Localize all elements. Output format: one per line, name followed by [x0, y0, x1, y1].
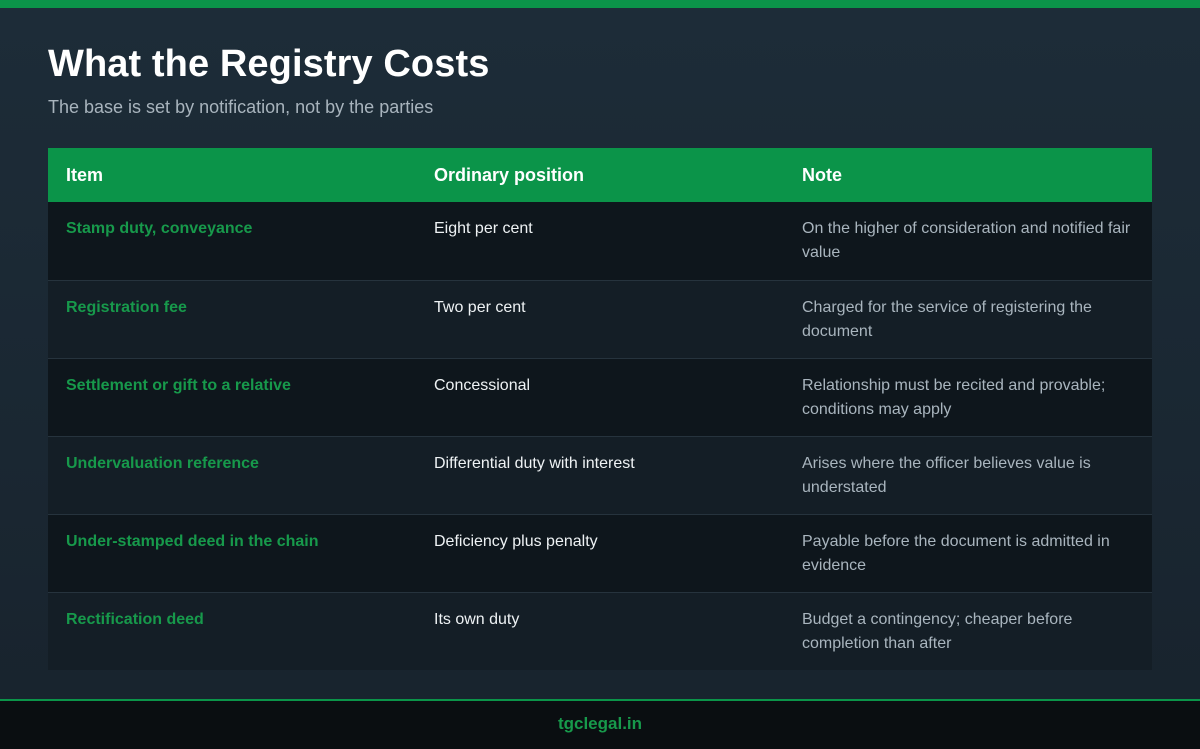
table-header-row: Item Ordinary position Note: [48, 148, 1152, 202]
row-position: Eight per cent: [416, 202, 784, 281]
column-header-note: Note: [784, 148, 1152, 202]
table-row: Undervaluation reference Differential du…: [48, 436, 1152, 515]
row-item: Settlement or gift to a relative: [48, 358, 416, 437]
row-note: Budget a contingency; cheaper before com…: [784, 592, 1152, 670]
row-position: Deficiency plus penalty: [416, 514, 784, 593]
column-header-position: Ordinary position: [416, 148, 784, 202]
row-position: Two per cent: [416, 280, 784, 359]
table-row: Rectification deed Its own duty Budget a…: [48, 592, 1152, 670]
row-note: Arises where the officer believes value …: [784, 436, 1152, 515]
row-item: Undervaluation reference: [48, 436, 416, 515]
row-item: Rectification deed: [48, 592, 416, 670]
row-position: Differential duty with interest: [416, 436, 784, 515]
row-item: Under-stamped deed in the chain: [48, 514, 416, 593]
footer-site-link[interactable]: tgclegal.in: [558, 714, 642, 734]
row-item: Stamp duty, conveyance: [48, 202, 416, 281]
table-row: Under-stamped deed in the chain Deficien…: [48, 514, 1152, 593]
row-item: Registration fee: [48, 280, 416, 359]
table-row: Settlement or gift to a relative Concess…: [48, 358, 1152, 437]
table-row: Stamp duty, conveyance Eight per cent On…: [48, 202, 1152, 281]
row-note: On the higher of consideration and notif…: [784, 202, 1152, 281]
page-subtitle: The base is set by notification, not by …: [48, 97, 434, 117]
row-note: Payable before the document is admitted …: [784, 514, 1152, 593]
page-title: What the Registry Costs: [48, 43, 490, 85]
row-position: Concessional: [416, 358, 784, 437]
row-note: Charged for the service of registering t…: [784, 280, 1152, 359]
registry-costs-table: Item Ordinary position Note Stamp duty, …: [48, 148, 1152, 670]
top-accent-bar: [0, 0, 1200, 8]
table-row: Registration fee Two per cent Charged fo…: [48, 280, 1152, 359]
row-note: Relationship must be recited and provabl…: [784, 358, 1152, 437]
footer: tgclegal.in: [0, 699, 1200, 749]
row-position: Its own duty: [416, 592, 784, 670]
column-header-item: Item: [48, 148, 416, 202]
